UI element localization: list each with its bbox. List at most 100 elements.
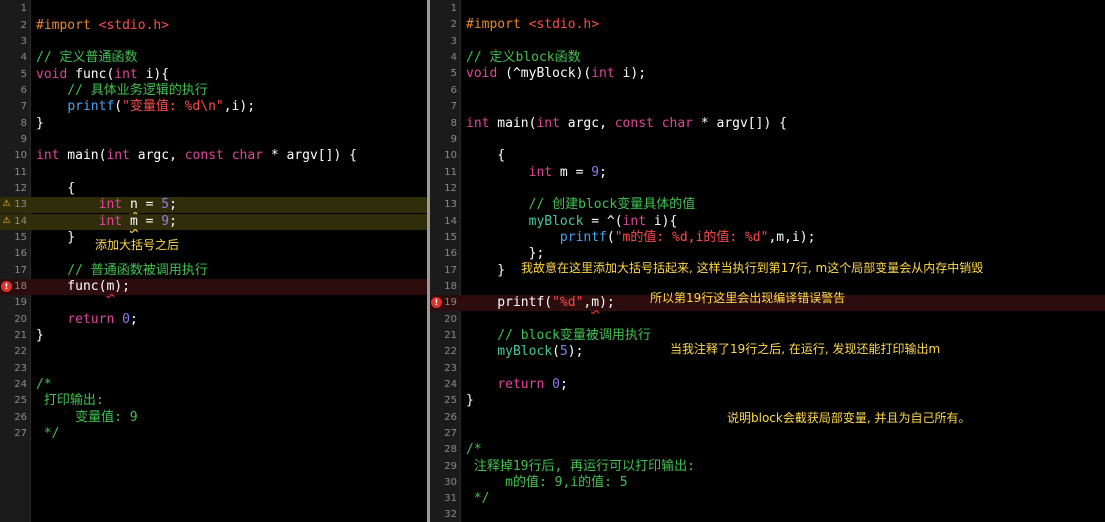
code-token: int	[622, 214, 647, 229]
line-number: 7	[20, 101, 27, 112]
code-token: return	[67, 312, 115, 327]
code-line[interactable]: 12 {	[0, 181, 427, 197]
code-token: 5	[559, 344, 568, 359]
code-line[interactable]: 10 {	[430, 148, 1105, 164]
code-line[interactable]: 27 */	[0, 426, 427, 442]
code-line[interactable]: ⚠ 14 int m = 9;	[0, 214, 427, 230]
line-number: 5	[450, 68, 457, 79]
code-line[interactable]: 17 // 普通函数被调用执行	[0, 263, 427, 279]
code-line[interactable]: 19	[0, 295, 427, 311]
code-line[interactable]: 8 int main(int argc, const char * argv[])…	[430, 116, 1105, 132]
code-line[interactable]: 27	[430, 426, 1105, 442]
code-line[interactable]: 10 int main(int argc, const char * argv[]…	[0, 148, 427, 164]
code-line[interactable]: 15 }	[0, 230, 427, 246]
code-line[interactable]: 32	[430, 507, 1105, 522]
code-line[interactable]: ⚠ 13 int n = 5;	[0, 197, 427, 213]
code-token: =	[137, 197, 162, 212]
code-line[interactable]: 7 printf("变量值: %d\n",i);	[0, 99, 427, 115]
code-line[interactable]: 28 /*	[430, 442, 1105, 458]
line-number: 13	[14, 199, 27, 210]
code-line[interactable]: 23	[430, 361, 1105, 377]
line-number: 13	[444, 199, 457, 210]
code-line[interactable]: 24 /*	[0, 377, 427, 393]
code-line[interactable]: 1	[430, 1, 1105, 17]
code-token: int	[591, 66, 615, 81]
code-line[interactable]: 13 // 创建block变量具体的值	[430, 197, 1105, 213]
code-token: ,i);	[223, 99, 256, 114]
code-token: }	[466, 263, 506, 278]
code-line[interactable]: 11	[0, 165, 427, 181]
line-number: 31	[444, 493, 457, 504]
code-token: * argv[]) {	[693, 116, 787, 131]
code-line[interactable]: 29 注释掉19行后, 再运行可以打印输出:	[430, 459, 1105, 475]
code-line[interactable]: 5 void func(int i){	[0, 67, 427, 83]
code-token: // 具体业务逻辑的执行	[36, 83, 208, 98]
code-line[interactable]: 20	[430, 312, 1105, 328]
code-token: 9	[161, 214, 170, 229]
code-line[interactable]: 6	[430, 83, 1105, 99]
code-token: }	[36, 116, 44, 131]
line-number: 24	[14, 379, 27, 390]
code-line[interactable]: 20 return 0;	[0, 312, 427, 328]
code-token: int	[528, 165, 553, 180]
code-line[interactable]: 9	[0, 132, 427, 148]
code-line[interactable]: 26 变量值: 9	[0, 410, 427, 426]
right-editor-pane[interactable]: 1 2 #import <stdio.h> 3 4// 定义block函数 5 void (…	[430, 0, 1105, 522]
code-line[interactable]: 6 // 具体业务逻辑的执行	[0, 83, 427, 99]
code-line[interactable]: 3	[0, 34, 427, 50]
code-line[interactable]: 24 return 0;	[430, 377, 1105, 393]
code-line[interactable]: 1	[0, 1, 427, 17]
code-token: m =	[552, 165, 592, 180]
line-number: 5	[20, 69, 27, 80]
code-line[interactable]: 7	[430, 99, 1105, 115]
line-number: 26	[14, 412, 27, 423]
code-line[interactable]: 4 // 定义block函数	[430, 50, 1105, 66]
code-line[interactable]: 12	[430, 181, 1105, 197]
code-text: /*	[36, 377, 52, 393]
code-line[interactable]: 21}	[0, 328, 427, 344]
code-token: = ^(	[583, 214, 623, 229]
line-number: 29	[444, 461, 457, 472]
line-number: 21	[14, 330, 27, 341]
code-text: 注释掉19行后, 再运行可以打印输出:	[466, 459, 695, 475]
left-editor-pane[interactable]: 1 2 #import <stdio.h> 3 4// 定义普通函数 5 void func…	[0, 0, 427, 522]
code-line[interactable]: 2 #import <stdio.h>	[430, 17, 1105, 33]
code-line[interactable]: 8}	[0, 116, 427, 132]
code-line[interactable]: 25}	[430, 393, 1105, 409]
code-line[interactable]: 3	[430, 34, 1105, 50]
code-line[interactable]: 15 printf("m的值: %d,i的值: %d",m,i);	[430, 230, 1105, 246]
code-line[interactable]: 2 #import <stdio.h>	[0, 18, 427, 34]
code-text: int m = 9;	[36, 214, 177, 230]
annotation-error-note: 所以第19行这里会出现编译错误警告	[650, 291, 846, 305]
code-text: int m = 9;	[466, 165, 607, 181]
code-line[interactable]: 16	[0, 246, 427, 262]
code-token: const char	[614, 116, 694, 131]
code-token: argc,	[129, 148, 185, 163]
code-token: i){	[137, 67, 170, 82]
code-token: main(	[489, 116, 537, 131]
code-line[interactable]: 25 打印输出:	[0, 393, 427, 409]
line-number: 7	[450, 101, 457, 112]
code-line[interactable]: 5 void (^myBlock)(int i);	[430, 66, 1105, 82]
code-text: m的值: 9,i的值: 5	[466, 475, 627, 491]
code-line[interactable]: 22	[0, 344, 427, 360]
code-line[interactable]: ! 18 func(m);	[0, 279, 427, 295]
code-line[interactable]: 23	[0, 361, 427, 377]
code-token: func(	[36, 279, 107, 294]
code-token: // 定义普通函数	[36, 50, 138, 65]
code-line[interactable]: 30 m的值: 9,i的值: 5	[430, 475, 1105, 491]
line-number: 1	[450, 3, 457, 14]
line-number: 25	[14, 395, 27, 406]
code-line[interactable]: 14 myBlock = ^(int i){	[430, 214, 1105, 230]
code-token: 注释掉19行后, 再运行可以打印输出:	[466, 459, 695, 474]
code-line[interactable]: 11 int m = 9;	[430, 165, 1105, 181]
line-number: 20	[14, 314, 27, 325]
line-number: 16	[444, 248, 457, 259]
code-line[interactable]: 4 // 定义普通函数	[0, 50, 427, 66]
code-line[interactable]: 31 */	[430, 491, 1105, 507]
code-token: }	[36, 230, 76, 245]
line-number: 6	[450, 85, 457, 96]
code-line[interactable]: 9	[430, 132, 1105, 148]
